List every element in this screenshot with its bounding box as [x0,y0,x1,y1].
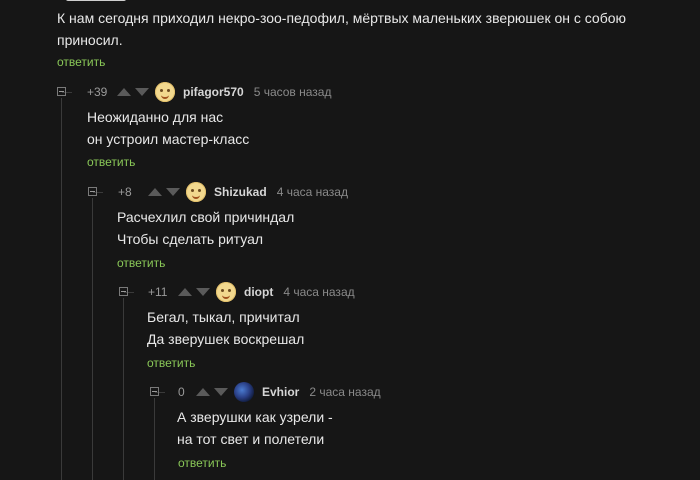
collapse-button[interactable] [57,87,66,96]
dark-blue-avatar[interactable] [234,382,254,402]
downvote-arrow-icon[interactable] [196,288,210,296]
comment-header: +39 pifagor570 5 часов назад [87,82,331,102]
comment-rating: +8 [118,185,132,199]
comment-timestamp: 2 часа назад [309,385,381,399]
thread-line [154,398,155,480]
comment-text-line: Чтобы сделать ритуал [117,231,264,247]
comment-timestamp: 4 часа назад [276,185,348,199]
comment-body: Расчехлил свой причиндал Чтобы сделать р… [117,206,294,250]
comment-rating: +11 [148,285,168,299]
downvote-arrow-icon[interactable] [214,388,228,396]
cut-off-content [66,0,176,3]
smiley-face-avatar[interactable] [216,282,236,302]
thread-line [123,298,124,480]
comment-text-line: приносил. [57,32,123,48]
thread-line [61,98,62,480]
reply-link[interactable]: ответить [178,456,226,470]
comment-text-line: Да зверушек воскрешал [147,331,305,347]
smiley-face-avatar[interactable] [186,182,206,202]
comment-text-line: Расчехлил свой причиндал [117,209,295,225]
comment-body: А зверушки как узрели - на тот свет и по… [177,406,333,450]
downvote-arrow-icon[interactable] [135,88,149,96]
collapse-button[interactable] [150,387,159,396]
comment-timestamp: 4 часа назад [283,285,355,299]
comment-header: +8 Shizukad 4 часа назад [118,182,348,202]
collapse-button[interactable] [88,187,97,196]
comments-page: К нам сегодня приходил некро-зоо-педофил… [0,0,700,480]
comment-username[interactable]: Shizukad [214,185,267,199]
comment-username[interactable]: diopt [244,285,273,299]
reply-link[interactable]: ответить [117,256,165,270]
thread-line [92,198,93,480]
upvote-arrow-icon[interactable] [117,88,131,96]
comment-username[interactable]: pifagor570 [183,85,244,99]
upvote-arrow-icon[interactable] [196,388,210,396]
comment-body: Неожиданно для нас он устроил мастер-кла… [87,106,249,150]
comment-body-parent: К нам сегодня приходил некро-зоо-педофил… [57,7,697,51]
comment-text-line: Бегал, тыкал, причитал [147,309,300,325]
collapse-button[interactable] [119,287,128,296]
upvote-arrow-icon[interactable] [148,188,162,196]
comment-text-line: Неожиданно для нас [87,109,224,125]
reply-link[interactable]: ответить [87,155,135,169]
downvote-arrow-icon[interactable] [166,188,180,196]
comment-rating: 0 [178,385,185,399]
comment-rating: +39 [87,85,108,99]
comment-text-line: на тот свет и полетели [177,431,325,447]
comment-username[interactable]: Evhior [262,385,299,399]
comment-text-line: А зверушки как узрели - [177,409,333,425]
comment-header: +11 diopt 4 часа назад [148,282,355,302]
upvote-arrow-icon[interactable] [178,288,192,296]
comment-body: Бегал, тыкал, причитал Да зверушек воскр… [147,306,304,350]
smiley-face-avatar[interactable] [155,82,175,102]
comment-text-line: он устроил мастер-класс [87,131,250,147]
comment-header: 0 Evhior 2 часа назад [178,382,381,402]
reply-link[interactable]: ответить [57,55,105,69]
comment-timestamp: 5 часов назад [253,85,332,99]
comment-text-line: К нам сегодня приходил некро-зоо-педофил… [57,10,627,26]
reply-link[interactable]: ответить [147,356,195,370]
